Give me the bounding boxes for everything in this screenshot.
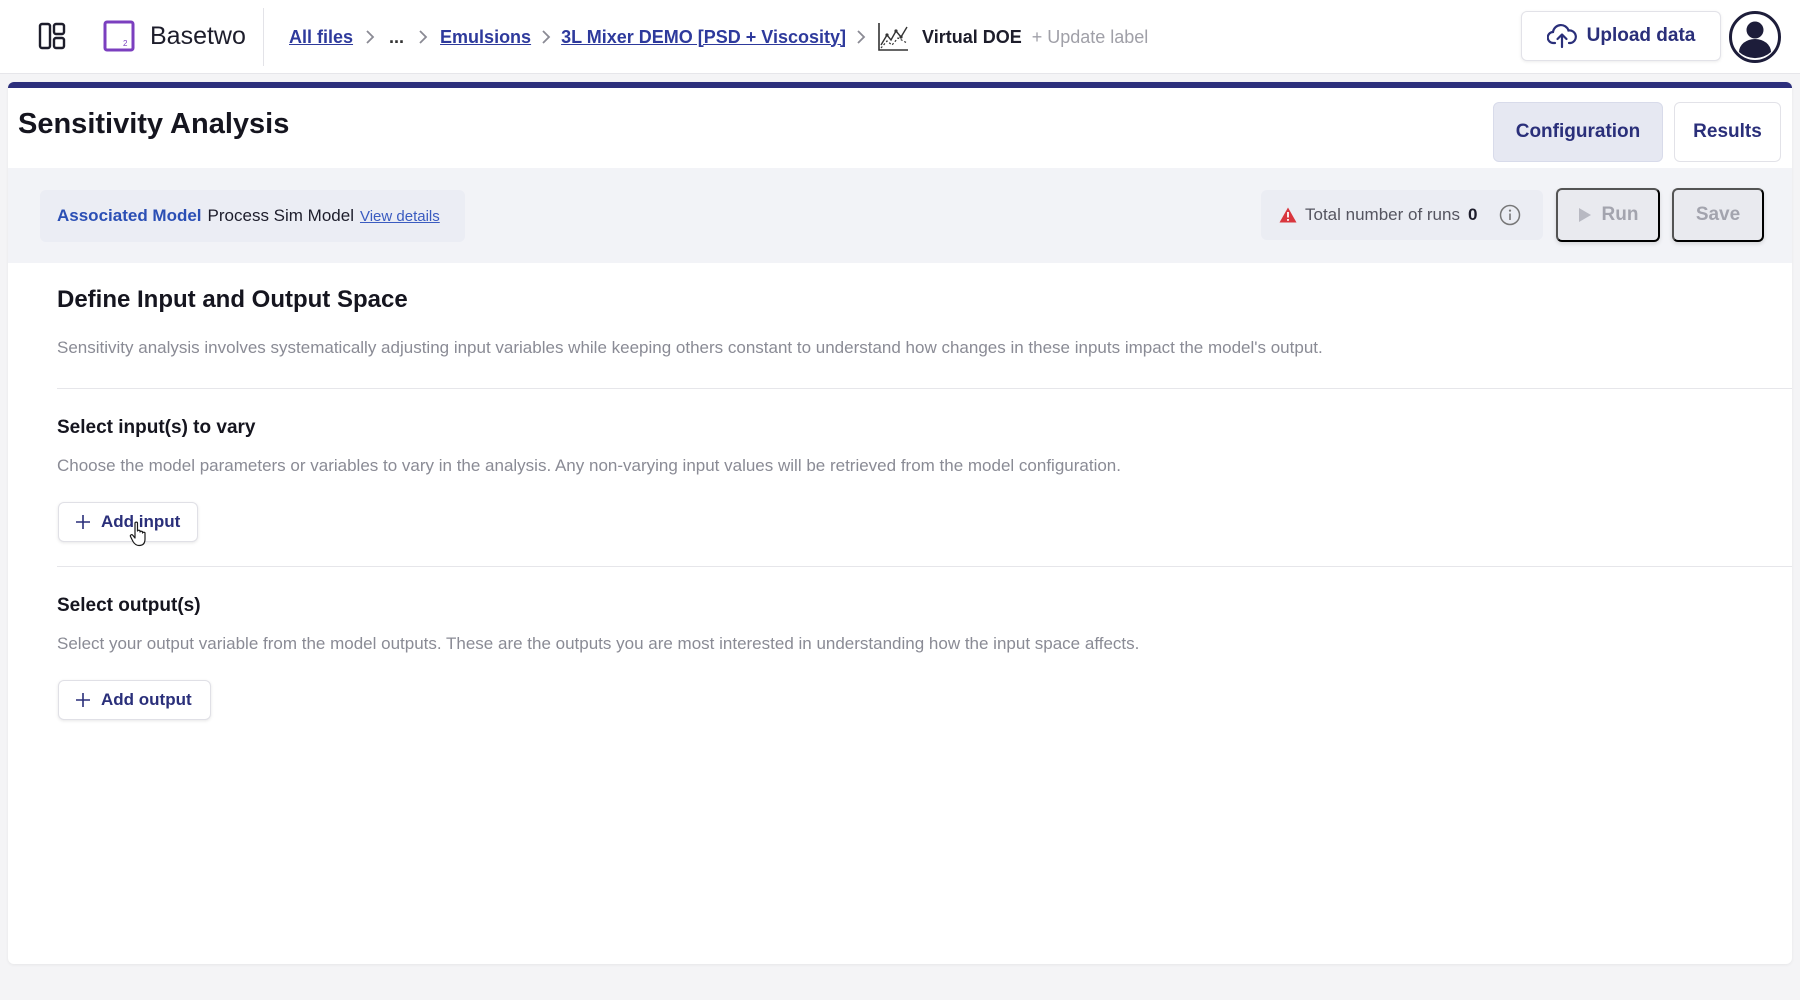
chevron-right-icon [418, 30, 428, 44]
warning-triangle-icon [1279, 207, 1297, 223]
add-output-button[interactable]: Add output [58, 680, 211, 720]
select-inputs-title: Select input(s) to vary [57, 417, 256, 438]
topbar-divider [263, 8, 264, 66]
breadcrumb-emulsions[interactable]: Emulsions [440, 27, 531, 48]
save-button[interactable]: Save [1672, 188, 1764, 242]
upload-data-button[interactable]: Upload data [1521, 11, 1721, 61]
select-outputs-title: Select output(s) [57, 595, 201, 616]
breadcrumb-3l-mixer-demo[interactable]: 3L Mixer DEMO [PSD + Viscosity] [561, 27, 846, 48]
tab-configuration[interactable]: Configuration [1493, 102, 1663, 162]
breadcrumb-current: Virtual DOE [922, 26, 1022, 47]
chevron-right-icon [856, 30, 866, 44]
add-input-label: Add input [101, 512, 181, 531]
total-runs-indicator: Total number of runs 0 [1261, 190, 1543, 240]
breadcrumb-ellipsis[interactable]: ... [387, 27, 406, 48]
logo-badge: 2 [123, 39, 128, 48]
define-space-description: Sensitivity analysis involves systematic… [57, 338, 1323, 357]
total-runs-count: 0 [1467, 205, 1478, 224]
breadcrumb-all-files[interactable]: All files [289, 27, 353, 48]
define-space-title: Define Input and Output Space [57, 286, 408, 313]
chevron-right-icon [541, 30, 551, 44]
play-icon [1578, 208, 1591, 222]
select-outputs-description: Select your output variable from the mod… [57, 634, 1140, 653]
plus-icon [76, 515, 90, 529]
plus-icon [76, 693, 90, 707]
virtual-doe-chart-icon [878, 23, 909, 51]
run-label: Run [1601, 204, 1639, 225]
add-output-label: Add output [101, 690, 192, 709]
associated-model-name: Process Sim Model [207, 206, 354, 225]
select-inputs-description: Choose the model parameters or variables… [57, 456, 1121, 475]
total-runs-label: Total number of runs [1305, 205, 1460, 224]
add-input-button[interactable]: Add input [58, 502, 198, 542]
page-header: Sensitivity Analysis Configuration Resul… [8, 88, 1792, 168]
page-title: Sensitivity Analysis [18, 108, 290, 140]
brand-name: Basetwo [150, 22, 246, 50]
sensitivity-analysis-panel: Sensitivity Analysis Configuration Resul… [8, 82, 1792, 964]
model-bar: Associated Model Process Sim Model View … [8, 168, 1792, 263]
chevron-right-icon [365, 30, 375, 44]
upload-data-label: Upload data [1586, 25, 1696, 46]
update-label-button[interactable]: + Update label [1032, 27, 1149, 48]
associated-model-box: Associated Model Process Sim Model View … [40, 190, 465, 242]
info-circle-icon[interactable] [1499, 204, 1521, 226]
section-divider [57, 566, 1792, 567]
user-avatar-icon[interactable] [1728, 10, 1782, 64]
view-details-link[interactable]: View details [360, 208, 440, 225]
basetwo-logo-icon: 2 [103, 20, 135, 52]
top-bar: 2 Basetwo All files ... Emulsions 3L Mix… [0, 0, 1800, 74]
breadcrumb: All files ... Emulsions 3L Mixer DEMO [P… [289, 23, 1149, 51]
tab-results[interactable]: Results [1674, 102, 1781, 162]
section-divider [57, 388, 1792, 389]
run-button[interactable]: Run [1556, 188, 1660, 242]
upload-cloud-icon [1546, 24, 1577, 49]
layout-grid-icon[interactable] [38, 22, 66, 50]
associated-model-label: Associated Model [57, 206, 202, 225]
